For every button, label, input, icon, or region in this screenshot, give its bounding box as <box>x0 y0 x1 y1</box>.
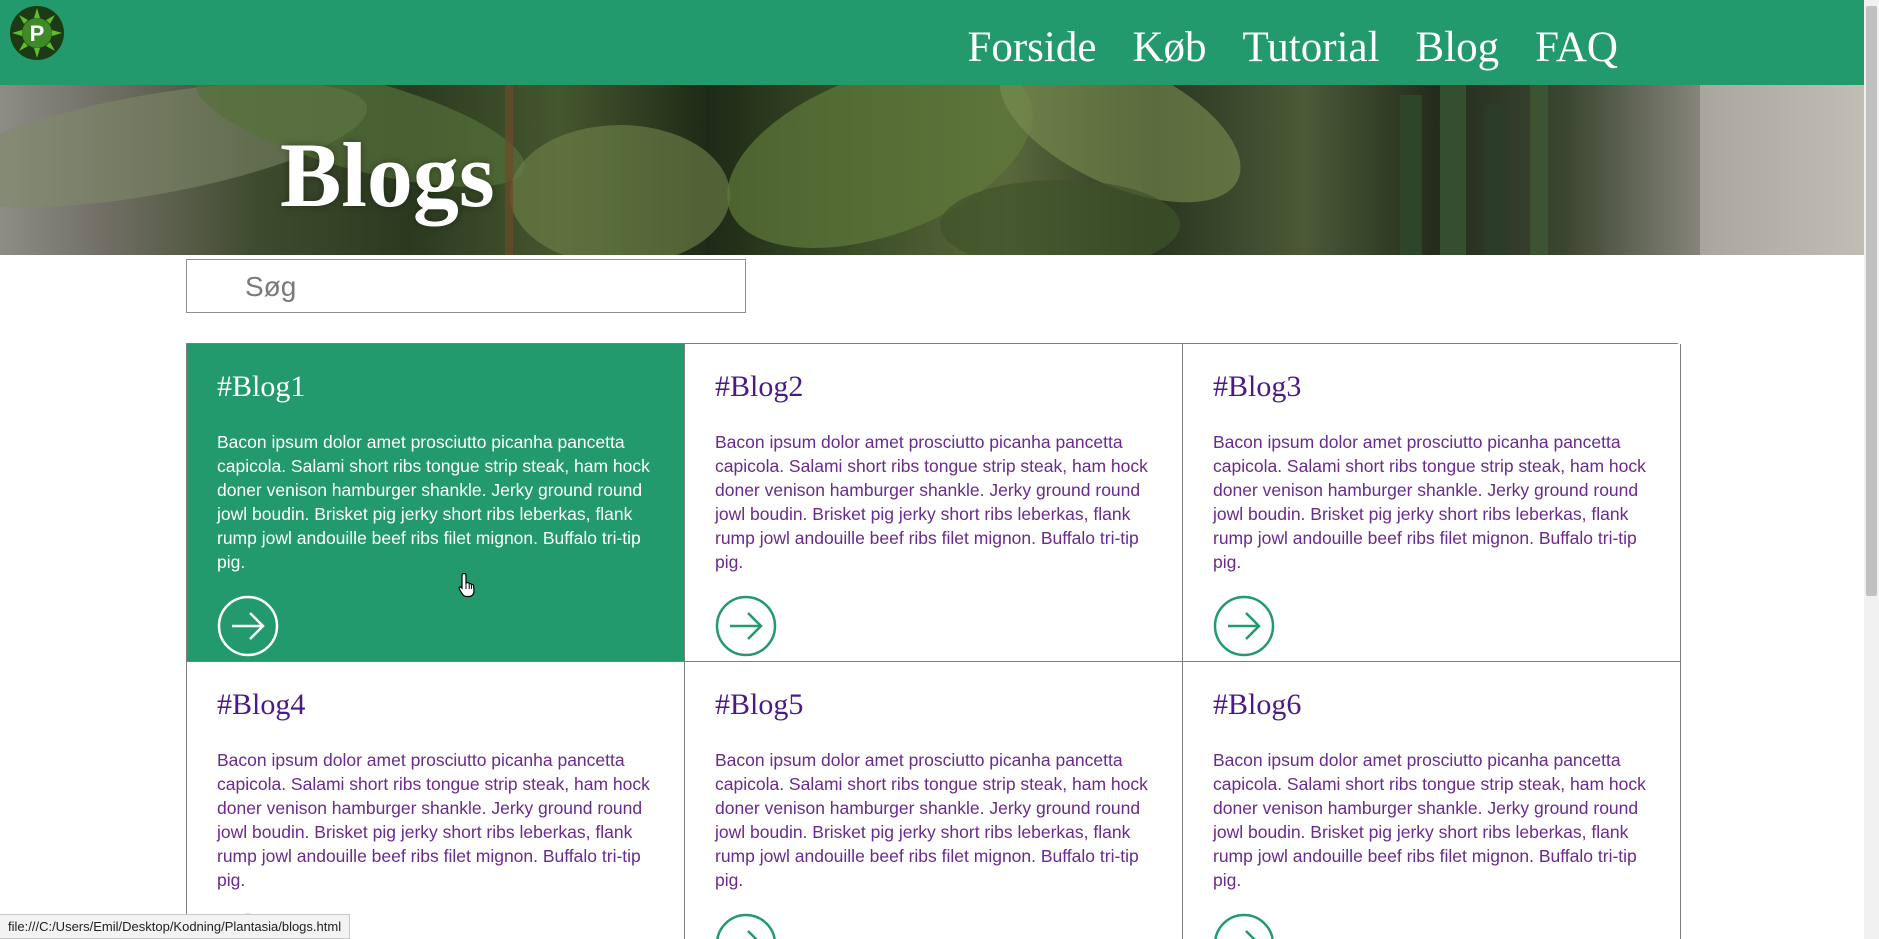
hero-banner: Blogs <box>0 85 1864 255</box>
blog-card-title: #Blog2 <box>715 370 804 403</box>
plantasia-logo-icon[interactable]: P <box>9 5 65 61</box>
blog-card-2[interactable]: #Blog2 Bacon ipsum dolor amet prosciutto… <box>685 344 1183 662</box>
blog-card-3[interactable]: #Blog3 Bacon ipsum dolor amet prosciutto… <box>1183 344 1681 662</box>
blog-card-title: #Blog4 <box>217 688 306 721</box>
nav-kob[interactable]: Køb <box>1132 22 1206 74</box>
blog-card-5[interactable]: #Blog5 Bacon ipsum dolor amet prosciutto… <box>685 662 1183 939</box>
arrow-right-circle-icon[interactable] <box>1213 595 1275 657</box>
blog-card-text: Bacon ipsum dolor amet prosciutto picanh… <box>1213 432 1646 572</box>
arrow-right-circle-icon[interactable] <box>1213 913 1275 939</box>
arrow-right-circle-icon[interactable] <box>715 595 777 657</box>
blog-card-title: #Blog5 <box>715 688 804 721</box>
vertical-scrollbar[interactable] <box>1864 0 1879 939</box>
blog-card-text: Bacon ipsum dolor amet prosciutto picanh… <box>715 750 1148 890</box>
scrollbar-thumb[interactable] <box>1866 6 1877 596</box>
blog-card-text: Bacon ipsum dolor amet prosciutto picanh… <box>217 750 650 890</box>
nav-faq[interactable]: FAQ <box>1535 22 1618 74</box>
page-title: Blogs <box>280 124 495 226</box>
search-input[interactable] <box>245 270 725 304</box>
hand-pointer-icon <box>458 572 475 598</box>
nav-tutorial[interactable]: Tutorial <box>1243 22 1380 74</box>
blog-grid: #Blog1 Bacon ipsum dolor amet prosciutto… <box>186 343 1681 939</box>
blog-card-1[interactable]: #Blog1 Bacon ipsum dolor amet prosciutto… <box>187 344 685 662</box>
blog-card-text: Bacon ipsum dolor amet prosciutto picanh… <box>715 432 1148 572</box>
blog-card-text: Bacon ipsum dolor amet prosciutto picanh… <box>217 432 650 572</box>
blog-card-title: #Blog3 <box>1213 370 1302 403</box>
search-box <box>186 259 746 313</box>
site-header: P Forside Køb Tutorial Blog FAQ <box>0 0 1864 85</box>
blog-card-6[interactable]: #Blog6 Bacon ipsum dolor amet prosciutto… <box>1183 662 1681 939</box>
main-nav: Forside Køb Tutorial Blog FAQ <box>967 22 1618 74</box>
arrow-right-circle-icon[interactable] <box>217 595 279 657</box>
blog-card-title: #Blog6 <box>1213 688 1302 721</box>
logo-letter: P <box>30 21 45 46</box>
nav-blog[interactable]: Blog <box>1416 22 1500 74</box>
nav-forside[interactable]: Forside <box>967 22 1096 74</box>
blog-card-text: Bacon ipsum dolor amet prosciutto picanh… <box>1213 750 1646 890</box>
status-bar-url: file:///C:/Users/Emil/Desktop/Kodning/Pl… <box>0 914 351 939</box>
blog-card-title: #Blog1 <box>217 370 306 403</box>
blog-card-4[interactable]: #Blog4 Bacon ipsum dolor amet prosciutto… <box>187 662 685 939</box>
arrow-right-circle-icon[interactable] <box>715 913 777 939</box>
